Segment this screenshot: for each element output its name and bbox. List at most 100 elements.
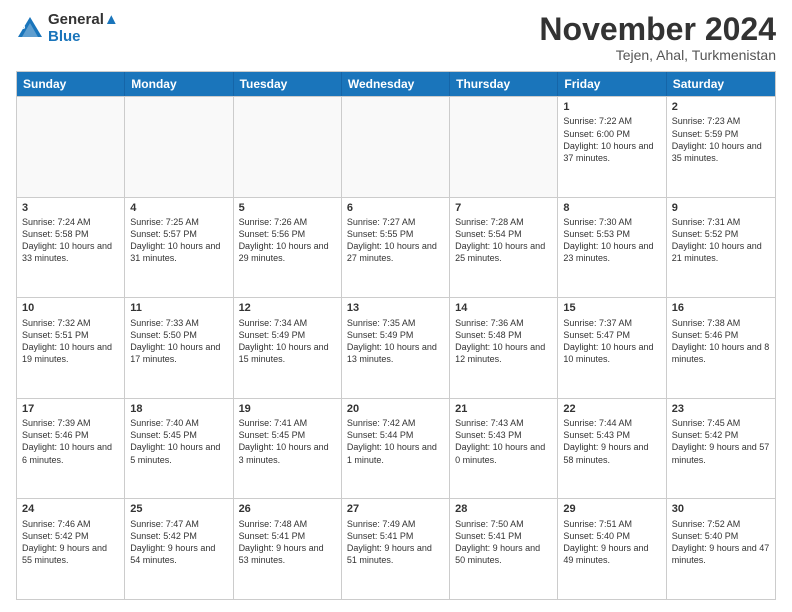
cell-info: Sunrise: 7:33 AMSunset: 5:50 PMDaylight:… — [130, 317, 227, 366]
header-day-thursday: Thursday — [450, 72, 558, 96]
cal-cell: 14Sunrise: 7:36 AMSunset: 5:48 PMDayligh… — [450, 298, 558, 398]
day-number: 1 — [563, 100, 660, 114]
cal-cell: 22Sunrise: 7:44 AMSunset: 5:43 PMDayligh… — [558, 399, 666, 499]
header-day-friday: Friday — [558, 72, 666, 96]
cal-cell: 26 Sunrise: 7:48 AMSunset: 5:41 PMDayligh… — [234, 499, 342, 599]
day-number: 3 — [22, 201, 119, 215]
header: G General▲Blue November 2024 Tejen, Ahal… — [16, 12, 776, 63]
calendar-header: SundayMondayTuesdayWednesdayThursdayFrid… — [17, 72, 775, 96]
cell-info: Sunrise: 7:27 AMSunset: 5:55 PMDaylight:… — [347, 216, 444, 265]
title-block: November 2024 Tejen, Ahal, Turkmenistan — [539, 12, 776, 63]
cal-cell: 29 Sunrise: 7:51 AMSunset: 5:40 PMDayligh… — [558, 499, 666, 599]
cal-cell: 4Sunrise: 7:25 AMSunset: 5:57 PMDaylight… — [125, 198, 233, 298]
cal-cell: 18Sunrise: 7:40 AMSunset: 5:45 PMDayligh… — [125, 399, 233, 499]
cal-cell: 16 Sunrise: 7:38 AMSunset: 5:46 PMDayligh… — [667, 298, 775, 398]
calendar: SundayMondayTuesdayWednesdayThursdayFrid… — [16, 71, 776, 600]
cal-cell: 28 Sunrise: 7:50 AMSunset: 5:41 PMDayligh… — [450, 499, 558, 599]
cell-info: Sunrise: 7:48 AMSunset: 5:41 PMDaylight:… — [239, 518, 336, 567]
cell-info: Sunrise: 7:45 AMSunset: 5:42 PMDaylight:… — [672, 417, 770, 466]
cell-info: Sunrise: 7:26 AMSunset: 5:56 PMDaylight:… — [239, 216, 336, 265]
week-row-4: 24Sunrise: 7:46 AMSunset: 5:42 PMDayligh… — [17, 498, 775, 599]
week-row-3: 17Sunrise: 7:39 AMSunset: 5:46 PMDayligh… — [17, 398, 775, 499]
cal-cell: 15 Sunrise: 7:37 AMSunset: 5:47 PMDayligh… — [558, 298, 666, 398]
cal-cell: 3Sunrise: 7:24 AMSunset: 5:58 PMDaylight… — [17, 198, 125, 298]
cal-cell: 27Sunrise: 7:49 AMSunset: 5:41 PMDayligh… — [342, 499, 450, 599]
cell-info: Sunrise: 7:49 AMSunset: 5:41 PMDaylight:… — [347, 518, 444, 567]
day-number: 5 — [239, 201, 336, 215]
day-number: 22 — [563, 402, 660, 416]
cell-info: Sunrise: 7:25 AMSunset: 5:57 PMDaylight:… — [130, 216, 227, 265]
cell-info: Sunrise: 7:30 AMSunset: 5:53 PMDaylight:… — [563, 216, 660, 265]
cal-cell: 2Sunrise: 7:23 AMSunset: 5:59 PMDaylight… — [667, 97, 775, 197]
day-number: 19 — [239, 402, 336, 416]
day-number: 30 — [672, 502, 770, 516]
cal-cell: 19Sunrise: 7:41 AMSunset: 5:45 PMDayligh… — [234, 399, 342, 499]
cal-cell — [450, 97, 558, 197]
cell-info: Sunrise: 7:52 AMSunset: 5:40 PMDaylight:… — [672, 518, 770, 567]
week-row-1: 3Sunrise: 7:24 AMSunset: 5:58 PMDaylight… — [17, 197, 775, 298]
cal-cell: 1Sunrise: 7:22 AMSunset: 6:00 PMDaylight… — [558, 97, 666, 197]
header-day-monday: Monday — [125, 72, 233, 96]
cell-info: Sunrise: 7:35 AMSunset: 5:49 PMDaylight:… — [347, 317, 444, 366]
day-number: 10 — [22, 301, 119, 315]
day-number: 8 — [563, 201, 660, 215]
cell-info: Sunrise: 7:32 AMSunset: 5:51 PMDaylight:… — [22, 317, 119, 366]
cal-cell: 11 Sunrise: 7:33 AMSunset: 5:50 PMDayligh… — [125, 298, 233, 398]
day-number: 18 — [130, 402, 227, 416]
day-number: 21 — [455, 402, 552, 416]
cell-info: Sunrise: 7:44 AMSunset: 5:43 PMDaylight:… — [563, 417, 660, 466]
location: Tejen, Ahal, Turkmenistan — [539, 47, 776, 63]
cal-cell: 20Sunrise: 7:42 AMSunset: 5:44 PMDayligh… — [342, 399, 450, 499]
cell-info: Sunrise: 7:42 AMSunset: 5:44 PMDaylight:… — [347, 417, 444, 466]
cell-info: Sunrise: 7:40 AMSunset: 5:45 PMDaylight:… — [130, 417, 227, 466]
day-number: 29 — [563, 502, 660, 516]
day-number: 28 — [455, 502, 552, 516]
cell-info: Sunrise: 7:51 AMSunset: 5:40 PMDaylight:… — [563, 518, 660, 567]
cal-cell — [342, 97, 450, 197]
cell-info: Sunrise: 7:24 AMSunset: 5:58 PMDaylight:… — [22, 216, 119, 265]
cell-info: Sunrise: 7:39 AMSunset: 5:46 PMDaylight:… — [22, 417, 119, 466]
cal-cell: 7Sunrise: 7:28 AMSunset: 5:54 PMDaylight… — [450, 198, 558, 298]
cell-info: Sunrise: 7:38 AMSunset: 5:46 PMDaylight:… — [672, 317, 770, 366]
cal-cell: 23Sunrise: 7:45 AMSunset: 5:42 PMDayligh… — [667, 399, 775, 499]
month-year: November 2024 — [539, 12, 776, 47]
day-number: 11 — [130, 301, 227, 315]
day-number: 26 — [239, 502, 336, 516]
cal-cell: 5Sunrise: 7:26 AMSunset: 5:56 PMDaylight… — [234, 198, 342, 298]
day-number: 4 — [130, 201, 227, 215]
day-number: 13 — [347, 301, 444, 315]
cal-cell: 8Sunrise: 7:30 AMSunset: 5:53 PMDaylight… — [558, 198, 666, 298]
day-number: 23 — [672, 402, 770, 416]
day-number: 15 — [563, 301, 660, 315]
cal-cell — [125, 97, 233, 197]
cell-info: Sunrise: 7:23 AMSunset: 5:59 PMDaylight:… — [672, 115, 770, 164]
week-row-2: 10 Sunrise: 7:32 AMSunset: 5:51 PMDayligh… — [17, 297, 775, 398]
cell-info: Sunrise: 7:22 AMSunset: 6:00 PMDaylight:… — [563, 115, 660, 164]
header-day-sunday: Sunday — [17, 72, 125, 96]
cell-info: Sunrise: 7:43 AMSunset: 5:43 PMDaylight:… — [455, 417, 552, 466]
cell-info: Sunrise: 7:28 AMSunset: 5:54 PMDaylight:… — [455, 216, 552, 265]
cal-cell: 9Sunrise: 7:31 AMSunset: 5:52 PMDaylight… — [667, 198, 775, 298]
week-row-0: 1Sunrise: 7:22 AMSunset: 6:00 PMDaylight… — [17, 96, 775, 197]
cal-cell: 21Sunrise: 7:43 AMSunset: 5:43 PMDayligh… — [450, 399, 558, 499]
cal-cell: 10 Sunrise: 7:32 AMSunset: 5:51 PMDayligh… — [17, 298, 125, 398]
logo: G General▲Blue — [16, 12, 119, 45]
cal-cell — [234, 97, 342, 197]
day-number: 6 — [347, 201, 444, 215]
day-number: 7 — [455, 201, 552, 215]
cell-info: Sunrise: 7:50 AMSunset: 5:41 PMDaylight:… — [455, 518, 552, 567]
cal-cell: 6Sunrise: 7:27 AMSunset: 5:55 PMDaylight… — [342, 198, 450, 298]
cal-cell: 13 Sunrise: 7:35 AMSunset: 5:49 PMDayligh… — [342, 298, 450, 398]
cal-cell: 24Sunrise: 7:46 AMSunset: 5:42 PMDayligh… — [17, 499, 125, 599]
logo-icon: G — [16, 15, 44, 43]
cal-cell: 30 Sunrise: 7:52 AMSunset: 5:40 PMDayligh… — [667, 499, 775, 599]
cal-cell — [17, 97, 125, 197]
day-number: 16 — [672, 301, 770, 315]
day-number: 14 — [455, 301, 552, 315]
day-number: 25 — [130, 502, 227, 516]
header-day-tuesday: Tuesday — [234, 72, 342, 96]
svg-text:G: G — [20, 24, 26, 31]
cell-info: Sunrise: 7:37 AMSunset: 5:47 PMDaylight:… — [563, 317, 660, 366]
page: G General▲Blue November 2024 Tejen, Ahal… — [0, 0, 792, 612]
cal-cell: 17Sunrise: 7:39 AMSunset: 5:46 PMDayligh… — [17, 399, 125, 499]
